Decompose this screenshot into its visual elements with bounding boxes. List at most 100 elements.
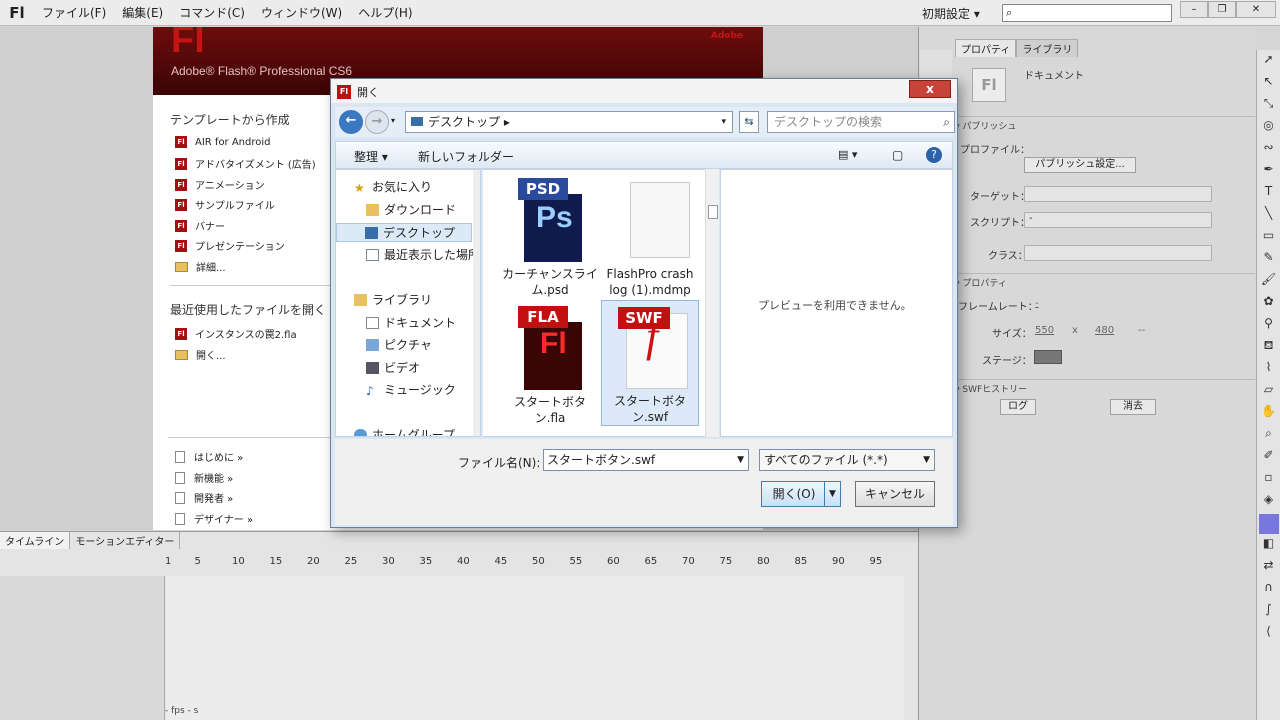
publish-section-header[interactable]: ▾ パブリッシュ bbox=[955, 116, 1255, 132]
forward-arrow-icon[interactable]: → bbox=[365, 110, 389, 134]
zoom-tool-icon[interactable]: ⌕ bbox=[1259, 426, 1279, 446]
smooth-icon[interactable]: ∫ bbox=[1259, 602, 1279, 622]
address-breadcrumb[interactable]: デスクトップ ▸ ▾ bbox=[405, 111, 733, 133]
template-item[interactable]: Fl アニメーション bbox=[175, 177, 265, 192]
nav-recent[interactable]: 最近表示した場所 bbox=[366, 246, 480, 263]
fps-value[interactable]: - bbox=[1035, 298, 1039, 309]
panel-dock-icons[interactable] bbox=[920, 50, 952, 80]
link-getting-started[interactable]: はじめに » bbox=[175, 449, 243, 464]
help-icon[interactable]: ? bbox=[926, 147, 942, 163]
script-select[interactable]: - bbox=[1024, 212, 1212, 228]
open-file-item[interactable]: 開く... bbox=[175, 347, 226, 362]
menu-window[interactable]: ウィンドウ(W) bbox=[253, 4, 350, 21]
log-button[interactable]: ログ bbox=[1000, 399, 1036, 415]
subselection-tool-icon[interactable]: ↖ bbox=[1259, 74, 1279, 94]
recent-file-item[interactable]: Fl インスタンスの罠2.fla bbox=[175, 326, 297, 341]
tab-library[interactable]: ライブラリ bbox=[1016, 39, 1079, 57]
paint-bucket-tool-icon[interactable]: ⛾ bbox=[1259, 338, 1279, 358]
open-button[interactable]: 開く(O) ▼ bbox=[761, 481, 841, 507]
text-tool-icon[interactable]: T bbox=[1259, 184, 1279, 204]
template-item-more[interactable]: 詳細... bbox=[175, 259, 226, 274]
deco-tool-icon[interactable]: ✿ bbox=[1259, 294, 1279, 314]
filetype-select[interactable]: すべてのファイル (*.*) ▼ bbox=[759, 449, 935, 471]
back-arrow-icon[interactable]: ← bbox=[339, 110, 363, 134]
swf-history-section-header[interactable]: ▾ SWFヒストリー bbox=[955, 379, 1255, 395]
template-item[interactable]: Fl サンプルファイル bbox=[175, 197, 275, 212]
frame-number[interactable]: 85 bbox=[795, 556, 808, 567]
help-search-input[interactable]: ⌕ bbox=[1002, 4, 1172, 22]
menu-file[interactable]: ファイル(F) bbox=[34, 4, 114, 21]
nav-homegroup[interactable]: ホームグループ bbox=[354, 426, 455, 436]
fill-color-icon[interactable]: ◈ bbox=[1259, 492, 1279, 512]
properties-section-header[interactable]: ▾ プロパティ bbox=[955, 273, 1255, 289]
target-select[interactable] bbox=[1024, 186, 1212, 202]
frame-number[interactable]: 1 bbox=[165, 556, 171, 567]
menu-commands[interactable]: コマンド(C) bbox=[171, 4, 253, 21]
frame-number[interactable]: 25 bbox=[345, 556, 358, 567]
publish-settings-button[interactable]: パブリッシュ設定... bbox=[1024, 157, 1136, 173]
stroke-swatch-icon[interactable]: ▫ bbox=[1259, 470, 1279, 490]
frame-number[interactable]: 90 bbox=[832, 556, 845, 567]
file-item[interactable]: Fl FLA スタートボタン.fla bbox=[501, 302, 599, 426]
rectangle-tool-icon[interactable]: ▭ bbox=[1259, 228, 1279, 248]
address-dropdown-icon[interactable]: ▾ bbox=[721, 112, 726, 132]
black-white-icon[interactable]: ◧ bbox=[1259, 536, 1279, 556]
size-width[interactable]: 550 bbox=[1035, 325, 1054, 336]
template-item[interactable]: Fl アドバタイズメント (広告) bbox=[175, 156, 316, 171]
nav-music[interactable]: ♪ ミュージック bbox=[366, 381, 456, 398]
template-item[interactable]: Fl AIR for Android bbox=[175, 136, 271, 148]
file-item[interactable]: Ps PSD カーチャンスライム.psd bbox=[501, 174, 599, 298]
nav-scrollbar[interactable] bbox=[473, 170, 480, 436]
nav-favorites[interactable]: ★ お気に入り bbox=[354, 178, 432, 195]
frame-number[interactable]: 30 bbox=[382, 556, 395, 567]
stroke-color-icon[interactable]: ✐ bbox=[1259, 448, 1279, 468]
clear-button[interactable]: 消去 bbox=[1110, 399, 1156, 415]
breadcrumb-desktop[interactable]: デスクトップ bbox=[428, 115, 500, 129]
free-transform-tool-icon[interactable]: ⤡ bbox=[1259, 96, 1279, 116]
frame-number[interactable]: 40 bbox=[457, 556, 470, 567]
new-folder-button[interactable]: 新しいフォルダー bbox=[418, 148, 514, 165]
file-item[interactable]: FlashPro crash log (1).mdmp bbox=[601, 174, 699, 298]
frame-number[interactable]: 10 bbox=[232, 556, 245, 567]
frame-number[interactable]: 20 bbox=[307, 556, 320, 567]
snap-icon[interactable]: ∩ bbox=[1259, 580, 1279, 600]
frame-number[interactable]: 65 bbox=[645, 556, 658, 567]
hand-tool-icon[interactable]: ✋ bbox=[1259, 404, 1279, 424]
3d-rotation-tool-icon[interactable]: ◎ bbox=[1259, 118, 1279, 138]
link-developers[interactable]: 開発者 » bbox=[175, 490, 233, 505]
layer-list[interactable] bbox=[0, 576, 165, 720]
frame-number[interactable]: 75 bbox=[720, 556, 733, 567]
lasso-tool-icon[interactable]: ∾ bbox=[1259, 140, 1279, 160]
frame-number[interactable]: 45 bbox=[495, 556, 508, 567]
bone-tool-icon[interactable]: ⚲ bbox=[1259, 316, 1279, 336]
nav-libraries[interactable]: ライブラリ bbox=[354, 291, 432, 308]
straighten-icon[interactable]: ⟨ bbox=[1259, 624, 1279, 644]
menu-help[interactable]: ヘルプ(H) bbox=[350, 4, 420, 21]
frame-number[interactable]: 50 bbox=[532, 556, 545, 567]
filename-input[interactable]: スタートボタン.swf ▼ bbox=[543, 449, 749, 471]
line-tool-icon[interactable]: ╲ bbox=[1259, 206, 1279, 226]
nav-videos[interactable]: ビデオ bbox=[366, 359, 420, 376]
template-item[interactable]: Fl バナー bbox=[175, 218, 225, 233]
stage-color-swatch[interactable] bbox=[1034, 350, 1062, 364]
frame-number[interactable]: 70 bbox=[682, 556, 695, 567]
eyedropper-tool-icon[interactable]: ⌇ bbox=[1259, 360, 1279, 380]
preview-pane-icon[interactable]: ▢ bbox=[892, 148, 903, 162]
restore-button[interactable]: ❐ bbox=[1208, 1, 1236, 18]
minimize-button[interactable]: – bbox=[1180, 1, 1208, 18]
organize-button[interactable]: 整理 ▾ bbox=[354, 148, 388, 165]
dialog-titlebar[interactable]: Fl 開く bbox=[331, 79, 957, 103]
link-new-features[interactable]: 新機能 » bbox=[175, 470, 233, 485]
swap-colors-icon[interactable]: ⇄ bbox=[1259, 558, 1279, 578]
history-dropdown-icon[interactable]: ▾ bbox=[391, 116, 395, 125]
brush-tool-icon[interactable]: 🖌 bbox=[1259, 272, 1279, 292]
pen-tool-icon[interactable]: ✒ bbox=[1259, 162, 1279, 182]
file-item-selected[interactable]: f SWF スタートボタン.swf bbox=[601, 300, 699, 426]
nav-downloads[interactable]: ダウンロード bbox=[366, 201, 456, 218]
scrollbar-thumb[interactable] bbox=[708, 205, 718, 219]
frame-number[interactable]: 55 bbox=[570, 556, 583, 567]
frame-number[interactable]: 35 bbox=[420, 556, 433, 567]
cancel-button[interactable]: キャンセル bbox=[855, 481, 935, 507]
frame-ruler[interactable]: 1 5 10 15 20 25 30 35 40 45 50 55 60 65 70 75 80 85 90 95 bbox=[165, 554, 905, 574]
chevron-down-icon[interactable]: ▼ bbox=[923, 450, 930, 470]
